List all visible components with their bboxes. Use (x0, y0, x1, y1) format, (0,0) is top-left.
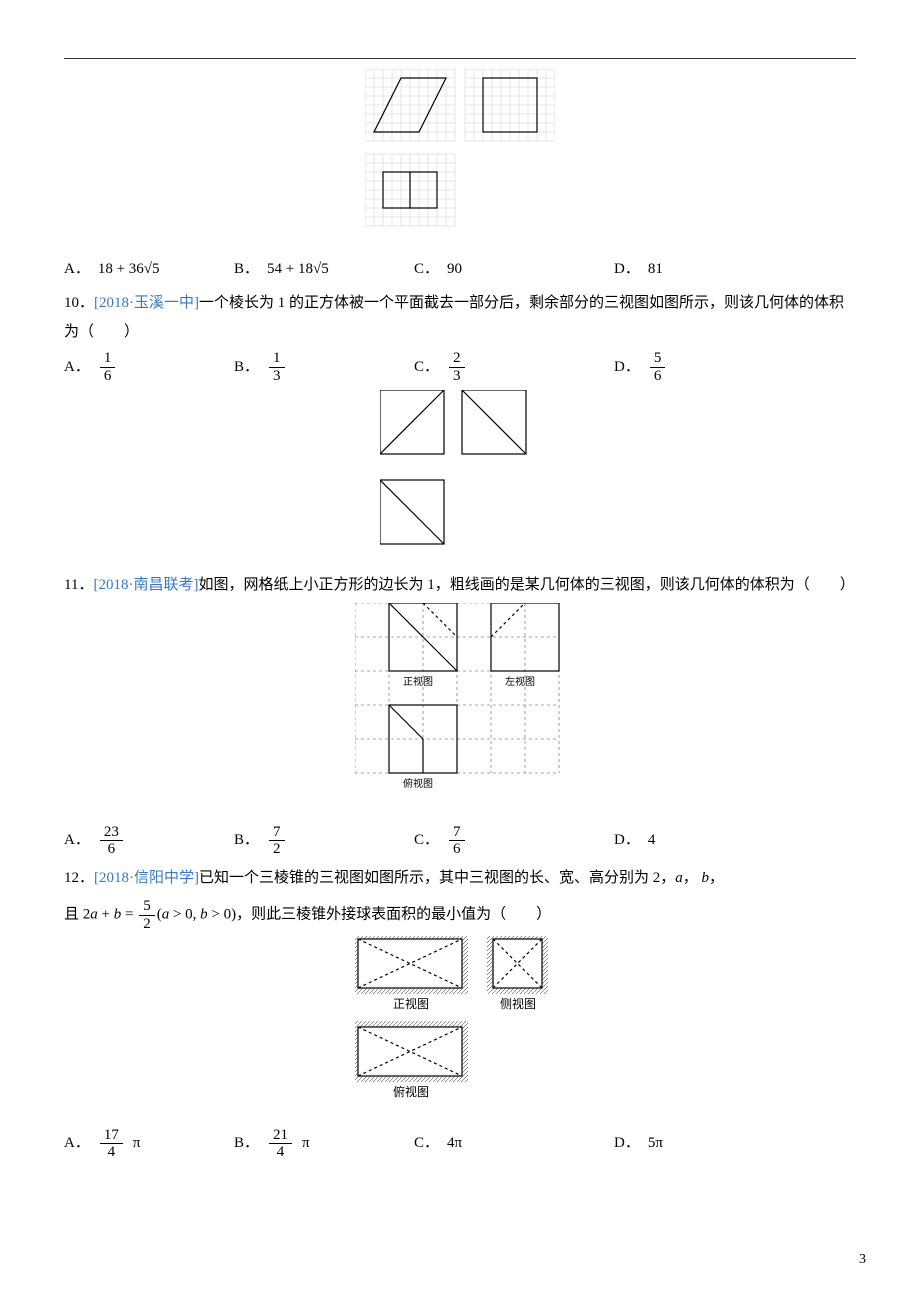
q9-figure (64, 69, 856, 245)
q10-stem: 10．[2018·玉溪一中]一个棱长为 1 的正方体被一个平面截去一部分后，剩余… (64, 289, 856, 346)
q11-label-top: 俯视图 (403, 777, 433, 790)
q12-figure: 正视图 侧视图 俯视图 (64, 936, 856, 1117)
q11-label-front: 正视图 (403, 675, 433, 688)
q11-options: A． 236 B． 72 C． 76 D．4 (64, 824, 856, 858)
q12-eq: 且 2a + b = 52(a > 0, b > 0)，则此三棱锥外接球表面积的… (64, 898, 856, 932)
q12-label-front: 正视图 (393, 996, 429, 1011)
q11-source: [2018·南昌联考] (93, 577, 198, 593)
q11-figure: 正视图 左视图 俯视图 (64, 603, 856, 814)
q9-opt-d: 81 (648, 255, 663, 284)
q10-source: [2018·玉溪一中] (94, 295, 199, 311)
q9-opt-c: 90 (447, 255, 462, 284)
q9-opt-b: 54 + 18√5 (267, 255, 329, 284)
page-number: 3 (859, 1247, 866, 1274)
q12-label-top: 俯视图 (393, 1084, 429, 1099)
q12-label-side: 侧视图 (500, 996, 536, 1011)
q10-figure (64, 390, 856, 561)
top-rule (64, 58, 856, 59)
q12-stem: 12．[2018·信阳中学]已知一个三棱锥的三视图如图所示，其中三视图的长、宽、… (64, 864, 856, 893)
q11-label-left: 左视图 (505, 675, 535, 688)
q11-opt-d: 4 (648, 826, 656, 855)
q12-source: [2018·信阳中学] (94, 870, 199, 886)
q12-opt-d: 5π (648, 1129, 663, 1158)
q12-options: A． 174π B． 214π C．4π D．5π (64, 1127, 856, 1161)
q9-opt-a: 18 + 36√5 (98, 255, 160, 284)
q12-opt-c: 4π (447, 1129, 462, 1158)
q10-options: A． 16 B． 13 C． 23 D． 56 (64, 350, 856, 384)
q9-options: A．18 + 36√5 B．54 + 18√5 C．90 D．81 (64, 255, 856, 284)
q11-stem: 11．[2018·南昌联考]如图，网格纸上小正方形的边长为 1，粗线画的是某几何… (64, 571, 856, 600)
